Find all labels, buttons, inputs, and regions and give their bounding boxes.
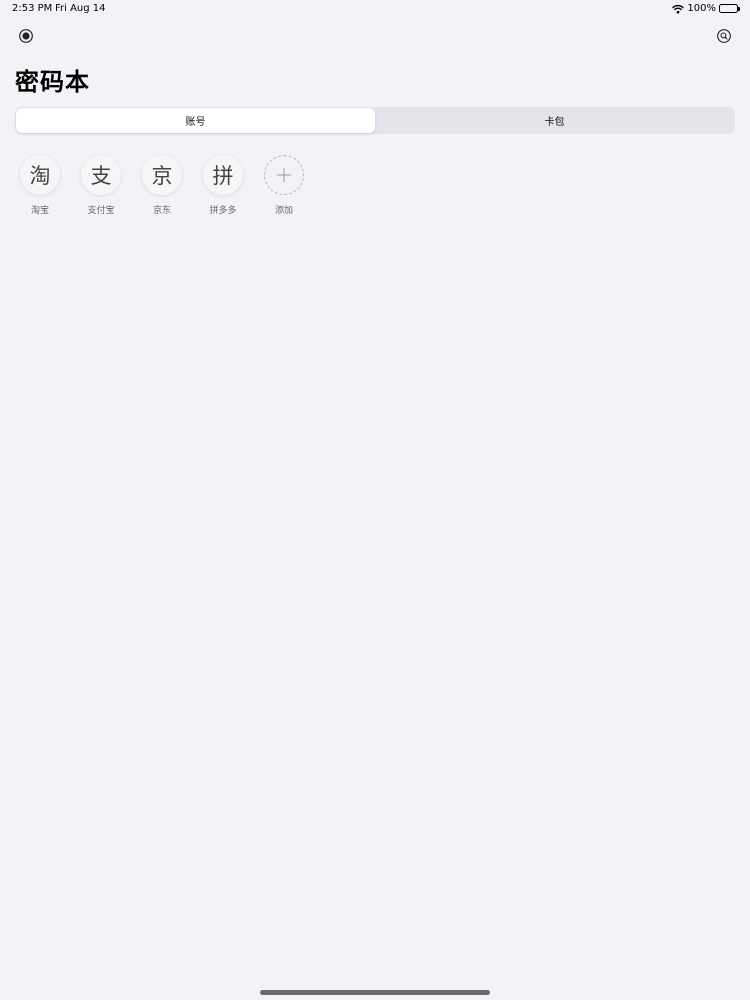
record-button[interactable] [18, 28, 34, 44]
segmented-control: 账号 卡包 [15, 107, 735, 134]
account-avatar: 拼 [203, 155, 243, 195]
status-right: 100% [672, 3, 740, 14]
battery-percent: 100% [687, 3, 716, 14]
search-circle-icon [717, 29, 731, 43]
battery-icon [719, 4, 740, 13]
account-label: 拼多多 [209, 206, 237, 216]
status-time: 2:53 PM [12, 3, 53, 14]
home-indicator[interactable] [260, 990, 490, 995]
tab-accounts[interactable]: 账号 [16, 108, 375, 133]
account-avatar: 京 [142, 155, 182, 195]
account-avatar: 支 [81, 155, 121, 195]
account-label: 支付宝 [87, 206, 115, 216]
search-button[interactable] [716, 28, 732, 44]
account-avatar: 淘 [20, 155, 60, 195]
screen: 2:53 PM Fri Aug 14 100% 密码本 账号 卡包 淘 淘宝 支… [0, 0, 750, 1000]
wifi-icon [672, 4, 685, 14]
status-date: Fri Aug 14 [55, 3, 106, 14]
radio-record-icon [19, 29, 33, 43]
add-label: 添加 [274, 206, 293, 216]
account-grid: 淘 淘宝 支 支付宝 京 京东 拼 拼多多 添加 [20, 155, 304, 216]
plus-icon [264, 155, 304, 195]
account-item-jd[interactable]: 京 京东 [142, 155, 182, 216]
account-label: 京东 [152, 206, 171, 216]
page-title: 密码本 [15, 68, 90, 96]
tab-card-wallet[interactable]: 卡包 [375, 108, 734, 133]
status-bar: 2:53 PM Fri Aug 14 100% [0, 0, 750, 20]
account-item-pinduoduo[interactable]: 拼 拼多多 [203, 155, 243, 216]
account-label: 淘宝 [30, 206, 49, 216]
account-item-taobao[interactable]: 淘 淘宝 [20, 155, 60, 216]
account-item-alipay[interactable]: 支 支付宝 [81, 155, 121, 216]
add-account-button[interactable]: 添加 [264, 155, 304, 216]
